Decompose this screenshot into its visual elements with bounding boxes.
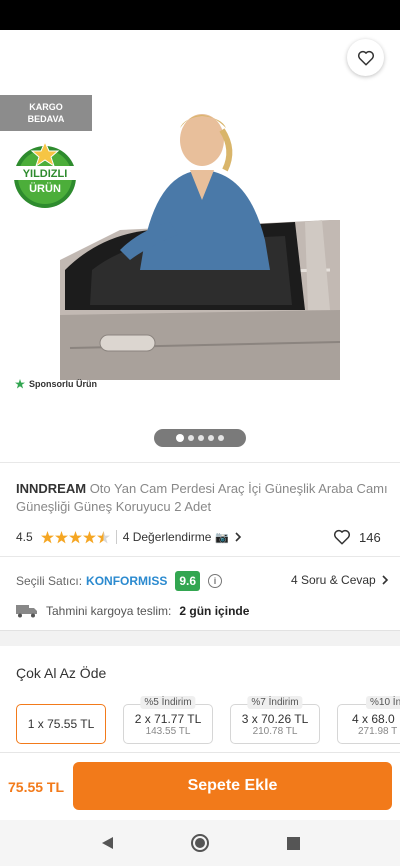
camera-icon: 📷	[215, 531, 230, 544]
chevron-right-icon	[382, 575, 388, 585]
rating-stars	[40, 530, 110, 544]
back-button[interactable]	[14, 44, 44, 74]
info-icon[interactable]: i	[208, 574, 223, 588]
free-shipping-badge: KARGO BEDAVA	[0, 95, 92, 131]
sponsored-text: Sponsorlu Ürün	[29, 379, 97, 389]
bulk-option-2[interactable]: %5 İndirim 2 x 71.77 TL 143.55 TL	[123, 696, 213, 744]
product-image	[60, 114, 340, 380]
star-icon	[82, 530, 96, 543]
bulk-discount-title: Çok Al Az Öde	[16, 665, 107, 681]
star-icon	[54, 530, 68, 543]
cart-price: 75.55 TL	[8, 779, 65, 795]
status-bar	[0, 0, 400, 30]
favorite-button[interactable]	[347, 39, 384, 76]
seller-label: Seçili Satıcı:	[16, 574, 83, 588]
bulk-option-total: 271.98 T	[358, 726, 398, 737]
truck-icon	[16, 605, 37, 618]
free-shipping-line2: BEDAVA	[27, 114, 65, 124]
share-button[interactable]	[296, 44, 326, 74]
system-nav-bar	[0, 820, 400, 866]
seller-score-badge: 9.6	[175, 571, 201, 591]
divider	[0, 556, 400, 557]
favorites-count[interactable]: 146	[333, 528, 381, 546]
add-to-cart-bar: 75.55 TL Sepete Ekle	[0, 752, 400, 820]
delivery-row: Tahmini kargoya teslim: 2 gün içinde	[16, 602, 249, 620]
separator	[115, 530, 117, 544]
square-recents-icon	[286, 836, 300, 850]
carousel-dot[interactable]	[218, 435, 224, 441]
discount-tag: %7 İndirim	[247, 696, 303, 709]
nav-back-button[interactable]	[96, 832, 118, 854]
free-shipping-line1: KARGO	[29, 102, 63, 112]
rating-value: 4.5	[16, 530, 33, 544]
brand-name[interactable]: INNDREAM	[16, 481, 86, 496]
nav-home-button[interactable]	[189, 832, 211, 854]
qa-text: 4 Soru & Cevap	[291, 573, 376, 587]
starred-badge-line1: YILDIZLI	[23, 168, 68, 180]
bulk-option-3[interactable]: %7 İndirim 3 x 70.26 TL 210.78 TL	[230, 696, 320, 744]
star-icon	[68, 530, 82, 543]
star-icon	[15, 379, 25, 389]
discount-tag: %10 İn	[366, 696, 400, 709]
carousel-dot[interactable]	[208, 435, 214, 441]
divider	[0, 462, 400, 463]
sponsored-label: Sponsorlu Ürün	[15, 379, 97, 389]
bulk-option-price: 1 x 75.55 TL	[27, 717, 95, 731]
section-gap	[0, 630, 400, 646]
bulk-option-4[interactable]: %10 İn 4 x 68.0 271.98 T	[337, 696, 400, 744]
chevron-right-icon	[235, 532, 242, 542]
seller-link[interactable]: KONFORMISS	[86, 574, 167, 588]
discount-tag: %5 İndirim	[140, 696, 196, 709]
arrow-left-icon	[20, 51, 38, 67]
heart-icon	[357, 50, 374, 65]
delivery-label: Tahmini kargoya teslim:	[46, 604, 172, 618]
triangle-back-icon	[102, 837, 113, 849]
starred-badge-line2: ÜRÜN	[29, 182, 61, 195]
half-star-icon	[96, 530, 110, 543]
bulk-option-1[interactable]: 1 x 75.55 TL	[16, 704, 106, 744]
reviews-link[interactable]: 4 Değerlendirme	[123, 530, 212, 544]
favorites-value: 146	[359, 529, 381, 545]
starred-product-badge: YILDIZLI ÜRÜN	[10, 140, 80, 208]
carousel-dot[interactable]	[198, 435, 204, 441]
star-icon	[40, 530, 54, 543]
heart-icon	[333, 529, 351, 545]
product-title: INNDREAM Oto Yan Cam Perdesi Araç İçi Gü…	[16, 480, 388, 516]
circle-home-icon	[191, 834, 209, 852]
carousel-dot[interactable]	[176, 434, 184, 442]
carousel-indicator[interactable]	[154, 429, 246, 447]
rating-row: 4.5 4 Değerlendirme 📷	[16, 528, 386, 546]
delivery-value: 2 gün içinde	[179, 604, 250, 618]
app-bar	[0, 30, 400, 86]
add-to-cart-button[interactable]: Sepete Ekle	[73, 762, 392, 810]
carousel-dot[interactable]	[188, 435, 194, 441]
qa-link[interactable]: 4 Soru & Cevap	[291, 573, 390, 587]
bulk-option-total: 143.55 TL	[145, 726, 191, 737]
bulk-option-total: 210.78 TL	[252, 726, 298, 737]
share-icon	[302, 49, 320, 69]
nav-recents-button[interactable]	[282, 832, 304, 854]
